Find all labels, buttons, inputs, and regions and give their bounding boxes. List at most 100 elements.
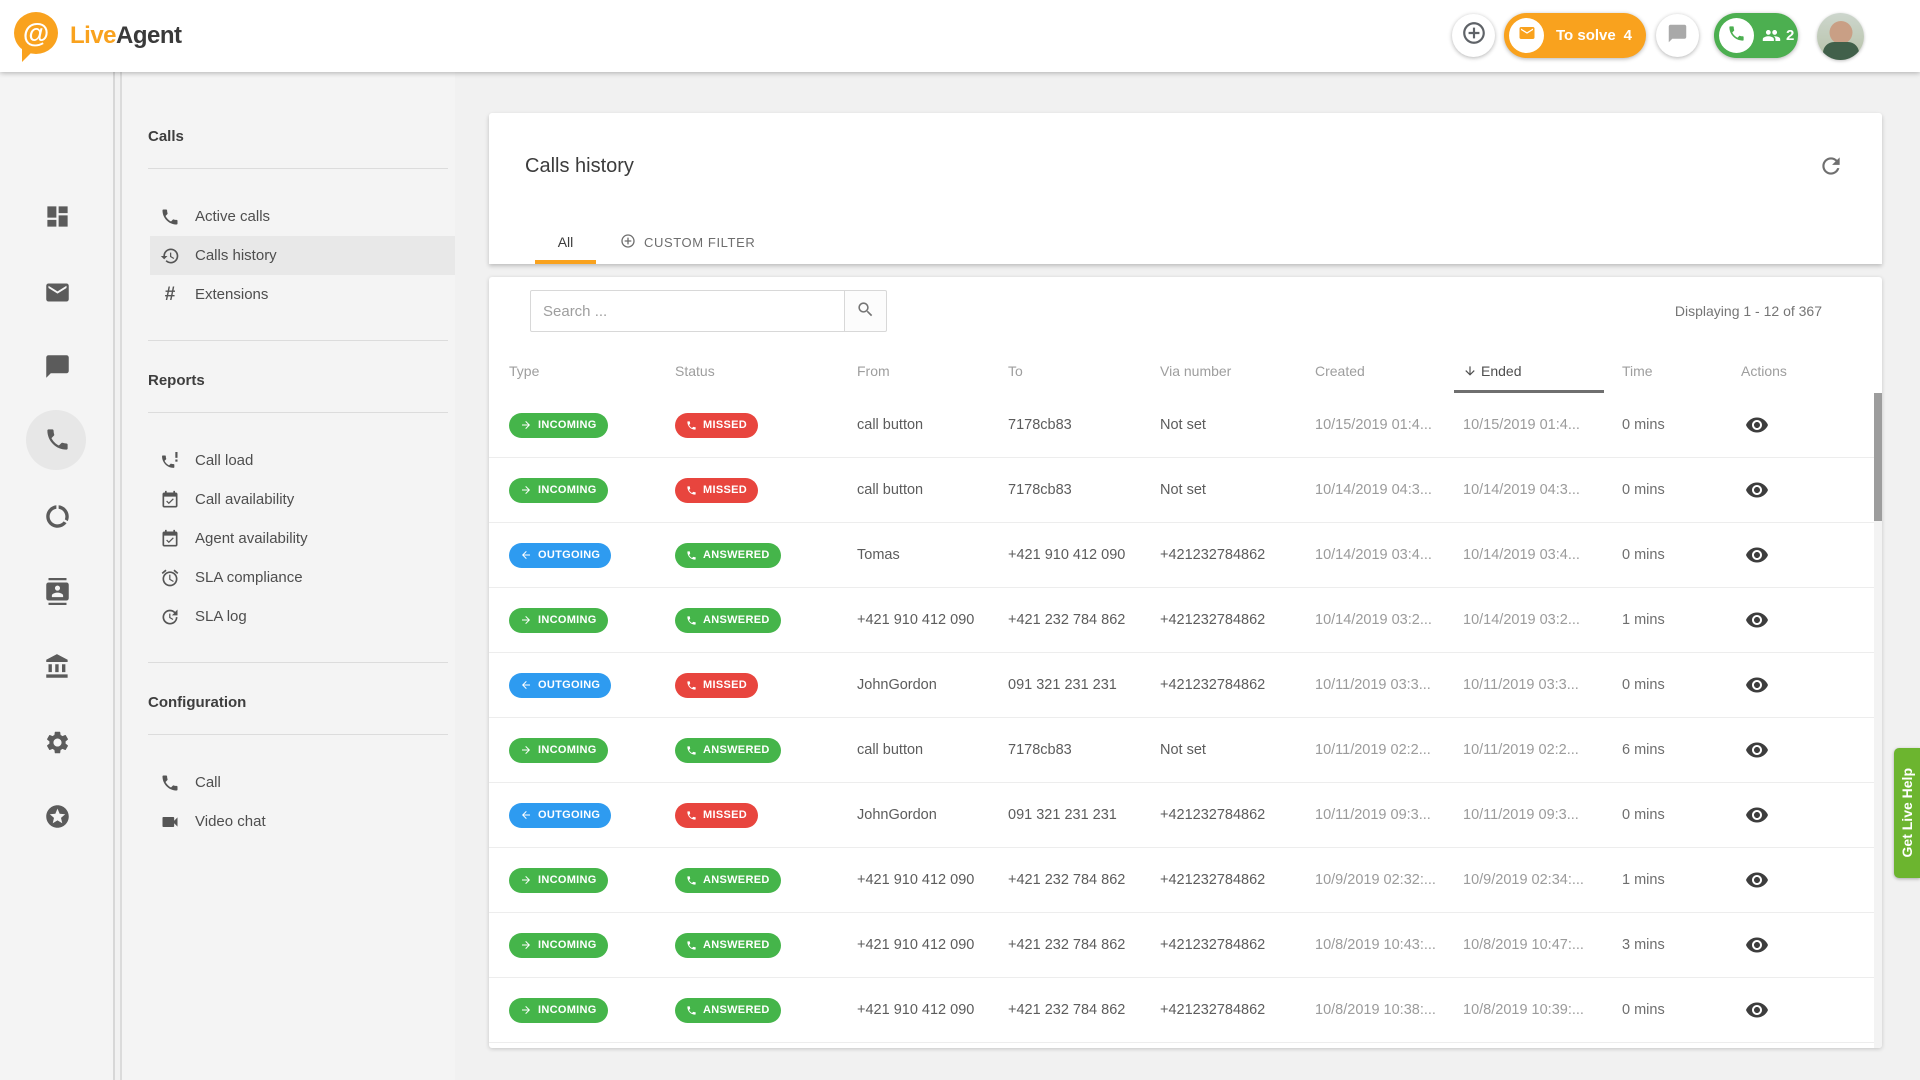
online-calls-button[interactable]: 2 <box>1714 13 1798 58</box>
view-call-button[interactable] <box>1745 932 1771 958</box>
type-badge: OUTGOING <box>509 673 611 698</box>
sidebar-item-call[interactable]: Call <box>150 763 455 802</box>
heading-divider <box>148 734 448 735</box>
via-cell: +421232784862 <box>1160 677 1315 693</box>
to-solve-label: To solve <box>1556 27 1616 44</box>
to-cell: 7178cb83 <box>1008 482 1160 498</box>
type-cell: INCOMING <box>509 738 675 763</box>
sidebar-item-sla-compliance[interactable]: SLA compliance <box>150 558 455 597</box>
to-cell: +421 232 784 862 <box>1008 872 1160 888</box>
rail-settings-icon[interactable] <box>44 729 71 756</box>
column-header-via-number[interactable]: Via number <box>1160 348 1315 393</box>
time-cell: 0 mins <box>1622 482 1741 498</box>
rail-contacts-icon[interactable] <box>44 578 71 605</box>
add-new-button[interactable] <box>1452 14 1495 57</box>
type-cell: INCOMING <box>509 998 675 1023</box>
column-header-to[interactable]: To <box>1008 348 1160 393</box>
chat-bubble-icon <box>1667 23 1688 49</box>
badge-label: INCOMING <box>538 939 597 951</box>
badge-label: OUTGOING <box>538 679 600 691</box>
tab-all-label: All <box>558 234 574 250</box>
app-window: @ LiveAgent To solve 4 2 <box>0 0 1920 1080</box>
sidebar-item-video-chat[interactable]: Video chat <box>150 802 455 841</box>
ended-cell: 10/9/2019 02:34:... <box>1463 872 1622 888</box>
sidebar-item-extensions[interactable]: #Extensions <box>150 275 455 314</box>
chats-button[interactable] <box>1656 14 1699 57</box>
rail-chat-icon[interactable] <box>44 353 71 380</box>
time-cell: 0 mins <box>1622 547 1741 563</box>
status-cell: ANSWERED <box>675 608 857 633</box>
refresh-button[interactable] <box>1818 153 1844 179</box>
column-header-from[interactable]: From <box>857 348 1008 393</box>
column-header-type[interactable]: Type <box>509 348 675 393</box>
time-cell: 0 mins <box>1622 677 1741 693</box>
scrollbar-thumb[interactable] <box>1874 393 1882 521</box>
column-header-label: Created <box>1315 363 1365 379</box>
type-badge: INCOMING <box>509 933 608 958</box>
table-scrollbar[interactable] <box>1874 393 1882 1048</box>
view-call-button[interactable] <box>1745 997 1771 1023</box>
from-cell: +421 910 412 090 <box>857 872 1008 888</box>
status-badge: ANSWERED <box>675 933 781 958</box>
column-header-created[interactable]: Created <box>1315 348 1463 393</box>
badge-label: MISSED <box>703 419 747 431</box>
tab-custom-filter[interactable]: CUSTOM FILTER <box>614 220 761 264</box>
view-call-button[interactable] <box>1745 542 1771 568</box>
badge-label: ANSWERED <box>703 1004 770 1016</box>
sidebar-item-label: Call availability <box>195 491 294 508</box>
sidebar-item-call-load[interactable]: Call load <box>150 441 455 480</box>
tab-all[interactable]: All <box>535 220 596 264</box>
sidebar-item-calls-history[interactable]: Calls history <box>150 236 455 275</box>
via-cell: +421232784862 <box>1160 937 1315 953</box>
time-cell: 0 mins <box>1622 1002 1741 1018</box>
logo[interactable]: @ LiveAgent <box>14 12 182 60</box>
to-solve-button[interactable]: To solve 4 <box>1504 13 1646 58</box>
sidebar-item-agent-availability[interactable]: Agent availability <box>150 519 455 558</box>
view-call-button[interactable] <box>1745 672 1771 698</box>
type-cell: INCOMING <box>509 933 675 958</box>
created-cell: 10/14/2019 03:4... <box>1315 547 1463 563</box>
column-header-status[interactable]: Status <box>675 348 857 393</box>
column-header-actions[interactable]: Actions <box>1741 348 1862 393</box>
envelope-icon <box>1518 24 1536 47</box>
badge-label: ANSWERED <box>703 939 770 951</box>
view-call-button[interactable] <box>1745 607 1771 633</box>
rail-bank-icon[interactable] <box>44 653 71 680</box>
heading-divider <box>148 168 448 169</box>
badge-label: OUTGOING <box>538 809 600 821</box>
sidebar-item-active-calls[interactable]: Active calls <box>150 197 455 236</box>
phone-icon <box>686 940 697 951</box>
hash-icon: # <box>160 285 180 305</box>
created-cell: 10/8/2019 10:43:... <box>1315 937 1463 953</box>
view-call-button[interactable] <box>1745 412 1771 438</box>
nav-heading-calls: Calls <box>122 127 455 147</box>
column-header-ended[interactable]: Ended <box>1463 348 1622 393</box>
status-badge: ANSWERED <box>675 868 781 893</box>
sidebar-item-sla-log[interactable]: SLA log <box>150 597 455 636</box>
view-call-button[interactable] <box>1745 867 1771 893</box>
rail-phone-icon-active[interactable] <box>44 426 71 453</box>
column-header-time[interactable]: Time <box>1622 348 1741 393</box>
table-header-row: TypeStatusFromToVia numberCreated EndedTi… <box>489 348 1882 393</box>
search-button[interactable] <box>845 290 887 332</box>
bubble-tail <box>22 49 35 62</box>
arrow-right-icon <box>520 614 532 626</box>
get-live-help-tab[interactable]: Get Live Help <box>1894 748 1920 878</box>
rail-dashboard-icon[interactable] <box>44 203 71 230</box>
rail-mail-icon[interactable] <box>44 279 71 306</box>
badge-label: ANSWERED <box>703 744 770 756</box>
ended-cell: 10/11/2019 03:3... <box>1463 677 1622 693</box>
created-cell: 10/11/2019 02:2... <box>1315 742 1463 758</box>
view-call-button[interactable] <box>1745 477 1771 503</box>
table-row: OUTGOINGMISSEDJohnGordon091 321 231 231+… <box>489 783 1882 848</box>
search-input[interactable] <box>530 290 845 332</box>
created-cell: 10/8/2019 10:38:... <box>1315 1002 1463 1018</box>
user-avatar[interactable] <box>1817 13 1864 60</box>
view-call-button[interactable] <box>1745 802 1771 828</box>
view-call-button[interactable] <box>1745 737 1771 763</box>
sub-navigation: Calls Active callsCalls history#Extension… <box>122 72 455 1080</box>
rail-star-circle-icon[interactable] <box>44 803 71 830</box>
sidebar-item-call-availability[interactable]: Call availability <box>150 480 455 519</box>
type-badge: OUTGOING <box>509 543 611 568</box>
rail-data-usage-icon[interactable] <box>44 503 71 530</box>
